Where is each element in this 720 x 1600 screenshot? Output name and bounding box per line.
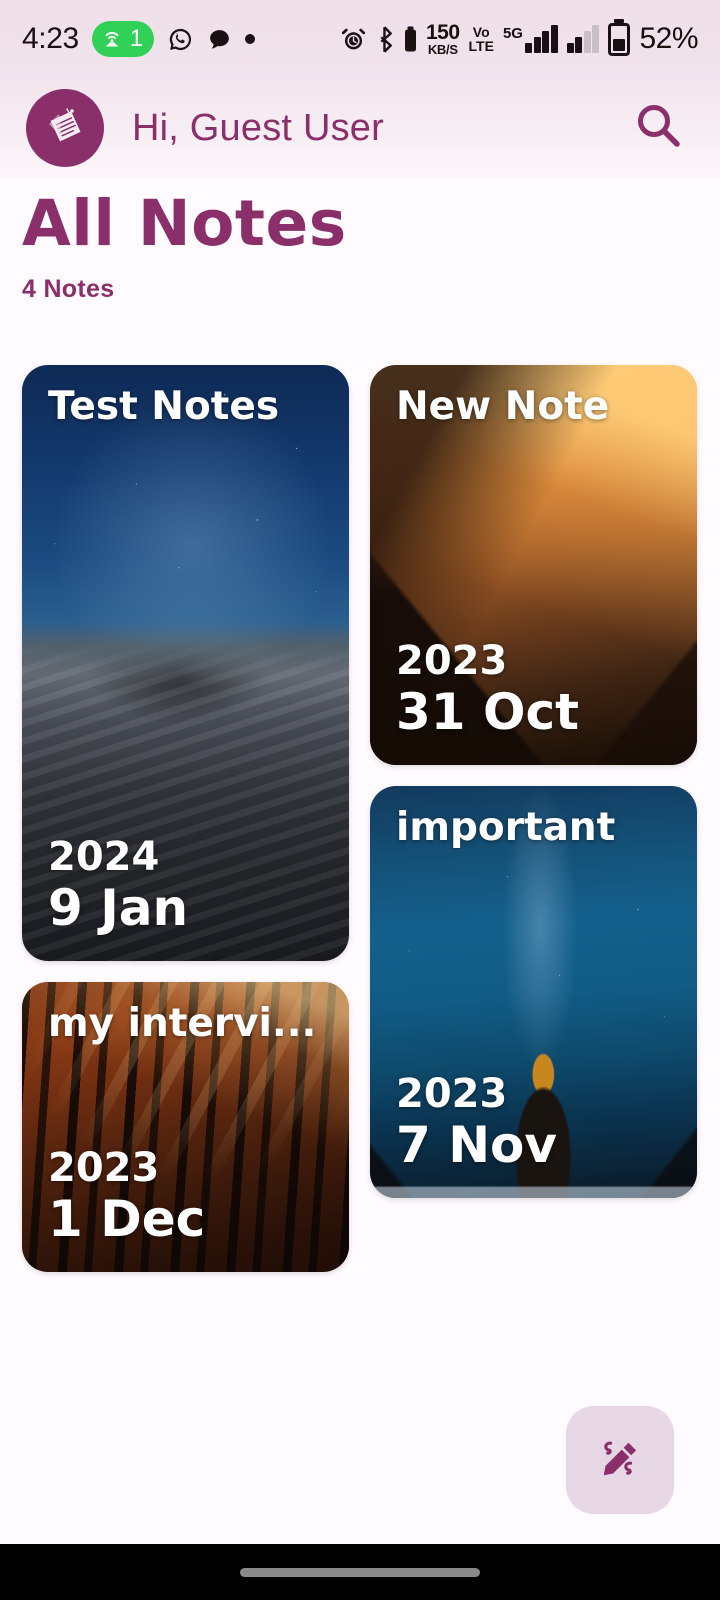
note-year: 2023 [48,1144,160,1191]
note-day: 31 Oct [396,682,580,741]
note-card-content: my intervi... 2023 1 Dec [22,982,349,1272]
dot-indicator-icon [245,34,256,44]
notes-column-right: New Note 2023 31 Oct important 2023 7 No… [370,365,697,1272]
network-speed-unit: KB/S [427,42,458,57]
search-button[interactable] [624,93,694,163]
greeting-text: Hi, Guest User [132,106,384,149]
hotspot-indicator: 1 [91,21,155,57]
note-title: important [396,808,616,849]
add-note-button[interactable] [566,1406,674,1514]
page-title: All Notes [22,187,347,260]
note-day: 1 Dec [48,1189,206,1248]
bluetooth-battery-icon [404,26,417,52]
note-card[interactable]: New Note 2023 31 Oct [370,365,697,765]
note-title: Test Notes [48,387,280,428]
signal-bar [533,37,541,53]
whatsapp-icon [167,26,194,53]
signal-bar [566,43,574,53]
system-navigation-bar [0,1544,720,1600]
note-title: New Note [396,387,610,428]
notes-column-left: Test Notes 2024 9 Jan my intervi... 2023… [22,365,349,1272]
note-title: my intervi... [48,1004,317,1045]
hotspot-icon [100,27,124,51]
signal-bar [583,31,591,53]
note-card[interactable]: important 2023 7 Nov [370,786,697,1198]
edit-pencil-icon [592,1431,648,1490]
status-bar-right: 150 KB/S Vo LTE 5G 52% [340,22,698,56]
battery-percent-label: 52% [639,22,698,55]
notepad-icon [43,104,87,153]
status-bar-clock: 4:23 [22,22,79,55]
signal-strength-sim2 [566,25,600,53]
signal-bar [575,37,583,53]
volte-indicator: Vo LTE [469,25,494,53]
note-day: 9 Jan [48,878,189,937]
battery-icon [608,22,631,56]
volte-line-2: LTE [468,38,494,54]
avatar[interactable] [26,89,104,167]
network-speed-value: 150 [425,21,460,44]
hotspot-count: 1 [129,25,144,52]
alarm-clock-icon [340,26,367,53]
status-bar-left: 4:23 1 [22,21,256,57]
note-card-content: New Note 2023 31 Oct [370,365,697,765]
signal-bar [542,31,550,53]
note-card[interactable]: my intervi... 2023 1 Dec [22,982,349,1272]
note-date: 2023 1 Dec [48,1145,323,1249]
note-year: 2023 [396,637,508,684]
note-count-label: 4 Notes [22,275,115,303]
signal-bar [592,25,600,53]
note-date: 2023 7 Nov [396,1071,671,1175]
note-card[interactable]: Test Notes 2024 9 Jan [22,365,349,961]
gesture-handle[interactable] [240,1567,480,1577]
note-year: 2023 [396,1070,508,1117]
network-type-label: 5G [502,25,523,42]
chat-bubble-icon [207,27,232,52]
phone-screen: 4:23 1 150 KB/S Vo LTE 5G 52% Hi, Guest … [0,0,720,1600]
note-card-content: important 2023 7 Nov [370,786,697,1198]
page-header: All Notes 4 Notes [22,192,347,304]
notes-grid: Test Notes 2024 9 Jan my intervi... 2023… [22,365,698,1272]
bluetooth-icon [376,25,395,53]
status-bar: 4:23 1 150 KB/S Vo LTE 5G 52% [0,0,720,78]
note-date: 2024 9 Jan [48,834,323,938]
note-card-content: Test Notes 2024 9 Jan [22,365,349,961]
note-day: 7 Nov [396,1115,557,1174]
note-date: 2023 31 Oct [396,638,671,742]
battery-fill [613,38,626,51]
signal-bar [550,25,558,53]
note-year: 2024 [48,833,160,880]
network-speed-indicator: 150 KB/S [426,22,460,56]
signal-bar [525,43,533,53]
volte-line-1: Vo [472,24,490,40]
search-icon [633,100,685,157]
signal-strength-sim1: 5G [503,25,558,53]
app-bar: Hi, Guest User [0,78,720,178]
